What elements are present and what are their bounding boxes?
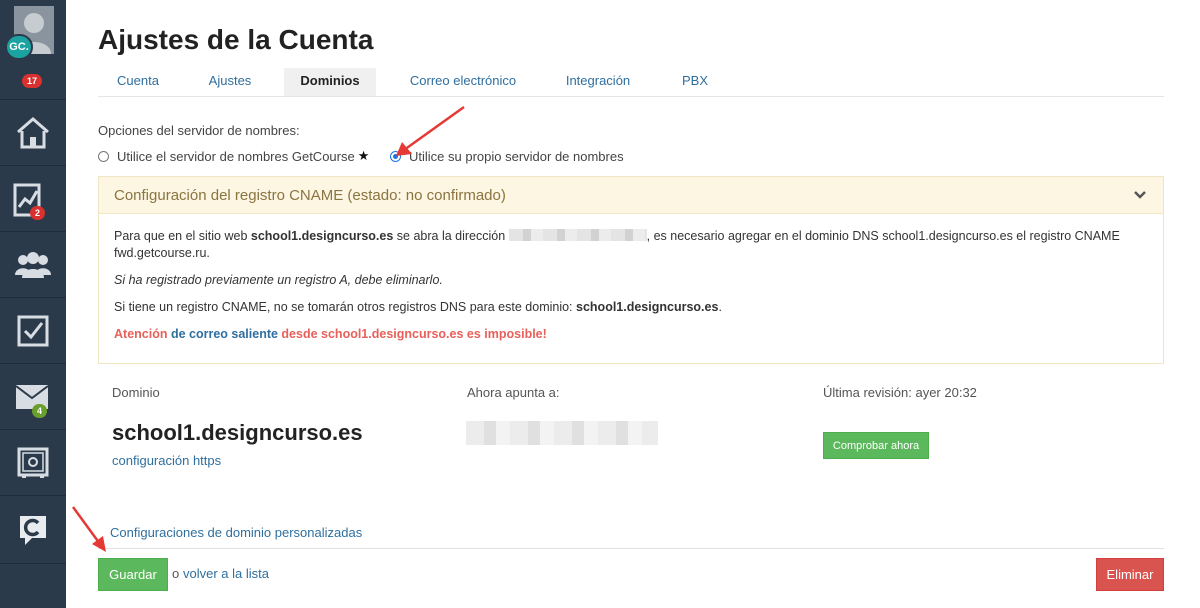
mail-warning: Atención de correo saliente desde school… [114,327,547,341]
redacted-address [508,229,647,241]
tab-dominios[interactable]: Dominios [284,68,376,96]
footer-divider [98,548,1164,549]
cname-panel-body: Para que en el sitio web school1.designc… [99,214,1163,367]
messages-badge: 4 [32,404,48,418]
safe-icon [17,447,49,478]
or-text: o [172,566,180,581]
custom-domain-settings-link[interactable]: Configuraciones de dominio personalizada… [110,525,362,540]
redacted-points-to [466,421,658,445]
https-config-link[interactable]: configuración https [112,453,221,468]
points-to-label: Ahora apunta a: [467,385,560,400]
a-record-note: Si ha registrado previamente un registro… [114,273,443,287]
chevron-down-icon[interactable] [1133,188,1147,202]
tab-bar: Cuenta Ajustes Dominios Correo electróni… [98,68,1164,97]
getcourse-logo-icon [20,515,46,545]
tab-ajustes[interactable]: Ajustes [190,68,270,96]
save-button[interactable]: Guardar [98,558,168,591]
sidebar-profile[interactable]: GC. 17 [0,0,66,100]
tab-pbx[interactable]: PBX [664,68,726,96]
cname-panel-header[interactable]: Configuración del registro CNAME (estado… [99,177,1163,214]
sidebar-item-safe[interactable] [0,430,66,496]
tab-correo[interactable]: Correo electrónico [398,68,528,96]
domain-column-label: Dominio [112,385,160,400]
sidebar-item-stats[interactable]: 2 [0,166,66,232]
main-content: Ajustes de la Cuenta Cuenta Ajustes Domi… [66,0,1200,608]
radio-getcourse-ns-label: Utilice el servidor de nombres GetCourse [117,148,355,164]
page-title: Ajustes de la Cuenta [98,24,374,55]
tasks-check-icon [17,315,49,346]
sidebar: GC. 17 2 4 [0,0,66,608]
sidebar-item-tasks[interactable] [0,298,66,364]
back-to-list-link[interactable]: volver a la lista [183,566,269,581]
domain-name: school1.designcurso.es [112,420,363,445]
sidebar-item-mail[interactable]: 4 [0,364,66,430]
tab-integracion[interactable]: Integración [550,68,646,96]
users-icon [15,251,51,278]
annotation-arrow-save [71,506,106,552]
sidebar-item-home[interactable] [0,100,66,166]
tab-cuenta[interactable]: Cuenta [98,68,178,96]
check-now-button[interactable]: Comprobar ahora [823,432,929,459]
last-revision-label: Última revisión: ayer 20:32 [823,385,977,400]
notifications-badge: 17 [22,74,43,88]
cname-panel: Configuración del registro CNAME (estado… [98,176,1164,364]
annotation-arrow-radio [396,105,465,156]
stats-badge: 2 [30,206,46,220]
avatar-initials: GC. [5,34,33,60]
cname-panel-title: Configuración del registro CNAME (estado… [114,186,506,204]
star-icon: ★ [357,148,370,163]
radio-getcourse-ns[interactable]: Utilice el servidor de nombres GetCourse… [98,148,369,164]
sidebar-item-getcourse[interactable] [0,496,66,564]
cname-instruction: Para que en el sitio web school1.designc… [114,229,1120,260]
cname-note: Si tiene un registro CNAME, no se tomará… [114,300,722,314]
sidebar-item-users[interactable] [0,232,66,298]
nameserver-label: Opciones del servidor de nombres: [98,123,300,138]
delete-button[interactable]: Eliminar [1096,558,1164,591]
radio-getcourse-ns-input[interactable] [98,150,109,162]
home-icon [17,116,49,148]
